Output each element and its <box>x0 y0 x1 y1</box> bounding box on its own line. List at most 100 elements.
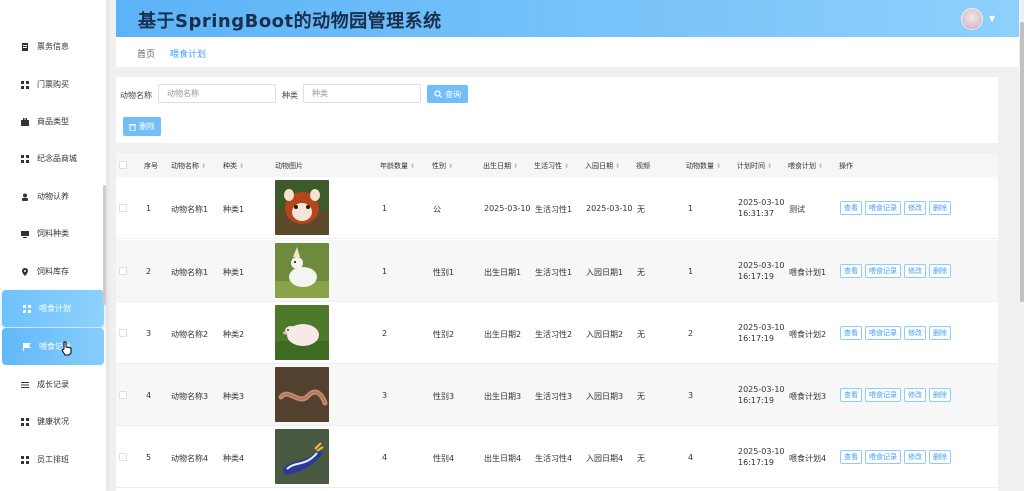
caret-down-icon[interactable]: ▼ <box>989 14 995 23</box>
sidebar-item-goods-type[interactable]: 商品类型 <box>0 103 106 140</box>
view-button[interactable]: 查看 <box>840 201 862 215</box>
cell-birth: 2025-03-10 <box>484 204 531 213</box>
delete-button[interactable]: 删除 <box>929 326 951 340</box>
th-type[interactable]: 种类 ⬍ <box>223 161 244 171</box>
cell-video: 无 <box>637 330 645 339</box>
table-row: 5 动物名称4 种类4 4 性别4 出生日期4 生活习性4 入园日期4 无 4 … <box>116 426 998 488</box>
cell-enter: 入园日期4 <box>586 454 624 463</box>
th-animal-name[interactable]: 动物名称 ⬍ <box>171 161 206 171</box>
table-row: 4 动物名称3 种类3 3 性别3 出生日期3 生活习性3 入园日期3 无 3 … <box>116 364 998 426</box>
row-checkbox[interactable] <box>119 391 127 399</box>
edit-button[interactable]: 修改 <box>904 450 926 464</box>
query-button[interactable]: 查询 <box>427 85 468 103</box>
animal-photo[interactable] <box>275 429 329 484</box>
row-checkbox[interactable] <box>119 267 127 275</box>
cell-count: 4 <box>688 453 694 462</box>
feeding-record-button[interactable]: 喂食记录 <box>865 450 901 464</box>
cell-habit: 生活习性3 <box>535 392 573 401</box>
sidebar-item-tickets[interactable]: 票务信息 <box>0 28 106 65</box>
th-image: 动物图片 <box>275 162 303 170</box>
avatar[interactable] <box>961 8 983 30</box>
delete-button[interactable]: 删除 <box>929 450 951 464</box>
page-scrollbar[interactable] <box>1020 22 1024 302</box>
th-plan[interactable]: 喂食计划 ⬍ <box>788 161 823 171</box>
edit-button[interactable]: 修改 <box>904 326 926 340</box>
cell-index: 3 <box>146 329 152 338</box>
th-birth[interactable]: 出生日期 ⬍ <box>483 161 518 171</box>
view-button[interactable]: 查看 <box>840 388 862 402</box>
th-enter[interactable]: 入园日期 ⬍ <box>585 161 620 171</box>
feeding-record-button[interactable]: 喂食记录 <box>865 326 901 340</box>
cell-plan: 喂食计划1 <box>789 268 827 277</box>
th-habit[interactable]: 生活习性 ⬍ <box>534 161 569 171</box>
sidebar-item-label: 饲料种类 <box>37 229 69 238</box>
row-checkbox[interactable] <box>119 204 127 212</box>
sidebar-item-feeding-plan[interactable]: 喂食计划 <box>2 290 104 327</box>
delete-button[interactable]: 删除 <box>929 264 951 278</box>
cell-birth: 出生日期2 <box>484 330 522 339</box>
th-age[interactable]: 年龄数量 ⬍ <box>380 161 415 171</box>
th-sex[interactable]: 性别 ⬍ <box>432 161 453 171</box>
select-all-checkbox[interactable] <box>119 161 127 169</box>
monitor-icon <box>21 230 29 238</box>
sidebar-item-growth-record[interactable]: 成长记录 <box>0 366 106 403</box>
sidebar-item-staff-schedule[interactable]: 员工排班 <box>0 441 106 478</box>
sidebar-item-feed-stock[interactable]: 饲料库存 <box>0 253 106 290</box>
sidebar-item-label: 健康状况 <box>37 417 69 426</box>
sidebar-item-feeding-record[interactable]: 喂食记录 <box>2 328 104 365</box>
table-row: 2 动物名称1 种类1 1 性别1 出生日期1 生活习性1 入园日期1 无 1 … <box>116 240 998 302</box>
flag-icon <box>23 342 31 351</box>
animal-photo[interactable] <box>275 180 329 235</box>
animal-photo[interactable] <box>275 243 329 298</box>
view-button[interactable]: 查看 <box>840 264 862 278</box>
grid-icon <box>23 304 31 313</box>
cell-type: 种类2 <box>223 330 245 339</box>
breadcrumb-current: 喂食计划 <box>170 50 207 60</box>
feeding-record-button[interactable]: 喂食记录 <box>865 388 901 402</box>
type-search-input[interactable]: 种类 <box>303 84 421 103</box>
document-icon <box>21 42 29 51</box>
sidebar-item-health[interactable]: 健康状况 <box>0 403 106 440</box>
name-label: 动物名称 <box>120 91 152 100</box>
name-search-input[interactable]: 动物名称 <box>158 84 276 103</box>
th-time[interactable]: 计划时间 ⬍ <box>737 161 772 171</box>
cell-type: 种类4 <box>223 454 245 463</box>
cell-birth: 出生日期4 <box>484 454 522 463</box>
edit-button[interactable]: 修改 <box>904 264 926 278</box>
cell-age: 1 <box>382 267 388 276</box>
cell-type: 种类3 <box>223 392 245 401</box>
breadcrumb-home[interactable]: 首页 <box>137 47 155 60</box>
sidebar-item-adoption[interactable]: 动物认养 <box>0 178 106 215</box>
top-header: 基于SpringBoot的动物园管理系统 ▼ <box>116 0 1019 37</box>
delete-button[interactable]: 删除 <box>929 388 951 402</box>
view-button[interactable]: 查看 <box>840 450 862 464</box>
feeding-record-button[interactable]: 喂食记录 <box>865 264 901 278</box>
sidebar-item-souvenir-mall[interactable]: 纪念品商城 <box>0 140 106 177</box>
sidebar-item-label: 动物认养 <box>37 192 69 201</box>
feeding-record-button[interactable]: 喂食记录 <box>865 201 901 215</box>
th-video: 视频 <box>636 162 650 170</box>
cell-habit: 生活习性1 <box>535 268 573 277</box>
batch-delete-button[interactable]: 删除 <box>123 117 161 136</box>
sidebar-item-feed-type[interactable]: 饲料种类 <box>0 215 106 252</box>
delete-button[interactable]: 删除 <box>929 201 951 215</box>
cell-count: 1 <box>688 204 694 213</box>
animal-photo[interactable] <box>275 367 329 422</box>
sidebar-item-buy-tickets[interactable]: 门票购买 <box>0 66 106 103</box>
th-count[interactable]: 动物数量 ⬍ <box>686 161 721 171</box>
cell-type: 种类1 <box>223 268 245 277</box>
row-checkbox[interactable] <box>119 453 127 461</box>
cell-birth: 出生日期3 <box>484 392 522 401</box>
cell-name: 动物名称4 <box>171 454 209 463</box>
view-button[interactable]: 查看 <box>840 326 862 340</box>
sidebar-item-label: 饲料库存 <box>37 267 69 276</box>
cell-index: 1 <box>146 204 152 213</box>
edit-button[interactable]: 修改 <box>904 201 926 215</box>
cell-enter: 入园日期1 <box>586 268 624 277</box>
animal-photo[interactable] <box>275 305 329 360</box>
user-icon <box>21 193 29 201</box>
sidebar-scrollbar[interactable] <box>103 185 106 305</box>
cell-count: 2 <box>688 329 694 338</box>
row-checkbox[interactable] <box>119 329 127 337</box>
edit-button[interactable]: 修改 <box>904 388 926 402</box>
